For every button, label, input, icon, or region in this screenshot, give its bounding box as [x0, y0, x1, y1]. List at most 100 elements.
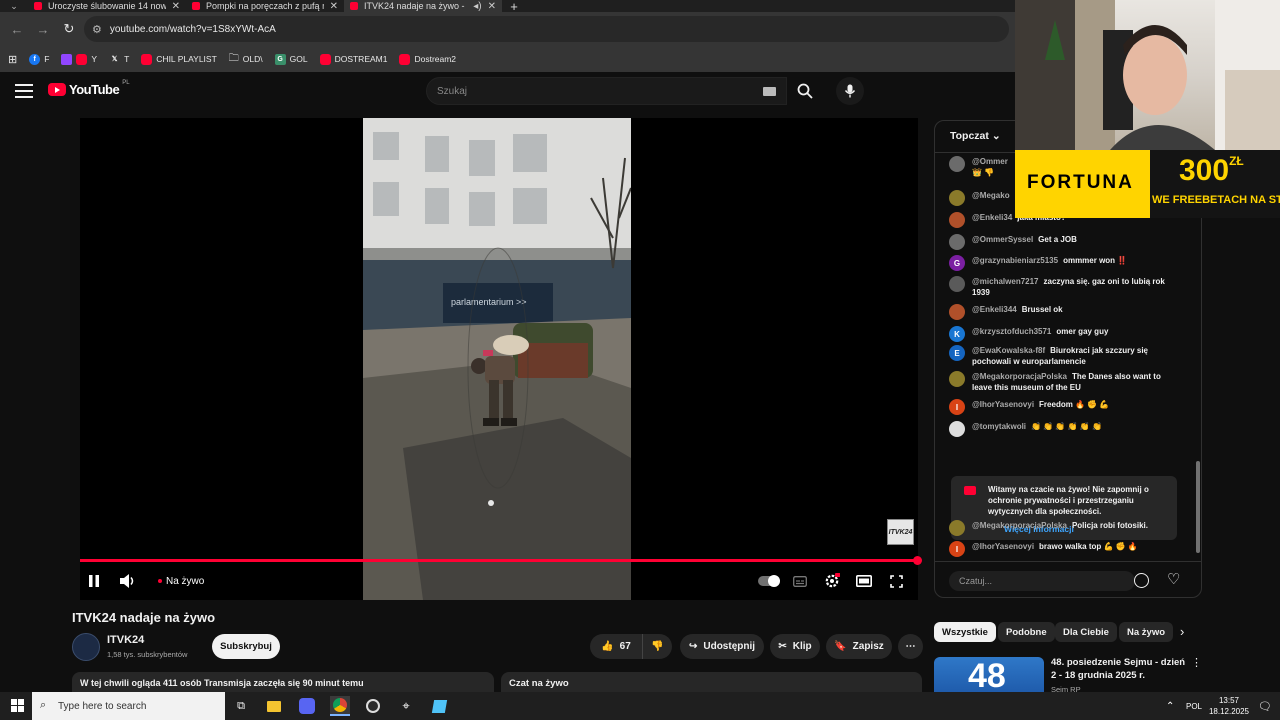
save-button[interactable]: 🔖 Zapisz	[826, 634, 892, 659]
discord-icon[interactable]	[297, 696, 317, 716]
chevron-right-icon[interactable]: ›	[1180, 624, 1184, 639]
language-indicator[interactable]: POL	[1186, 692, 1202, 720]
more-vertical-icon[interactable]: ⋮	[1191, 656, 1202, 669]
file-explorer-icon[interactable]	[264, 696, 284, 716]
obs-icon[interactable]	[363, 696, 383, 716]
close-tab-icon[interactable]: ✕	[330, 1, 338, 12]
chat-message[interactable]: @Enkeli344 Brussel ok	[949, 304, 1181, 320]
bookmark-t[interactable]: 𝕏T	[109, 54, 130, 65]
clip-button[interactable]: ✂ Klip	[770, 634, 820, 659]
autoplay-toggle[interactable]	[757, 570, 781, 592]
chat-input[interactable]: Czatuj...	[949, 571, 1135, 591]
task-view-icon[interactable]: ⧉	[231, 696, 251, 716]
youtube-logo[interactable]: YouTube PL	[48, 79, 130, 97]
subscribe-button[interactable]: Subskrybuj	[212, 634, 280, 659]
share-button[interactable]: ↪ Udostępnij	[680, 634, 764, 659]
volume-button[interactable]	[118, 570, 138, 592]
bookmark-dostream1[interactable]: DOSTREAM1	[319, 53, 387, 65]
chat-message[interactable]: @tomytakwoli 👏 👏 👏 👏 👏 👏	[949, 421, 1181, 437]
channel-name[interactable]: ITVK24	[107, 634, 144, 646]
browser-tab[interactable]: Uroczyste ślubowanie 14 nowy ✕	[28, 0, 186, 12]
chat-message[interactable]: E @EwaKowalska-f8f Biurokraci jak szczury …	[949, 345, 1181, 367]
chat-author: @Ommer	[972, 157, 1008, 166]
region-code: PL	[122, 79, 130, 86]
folder-icon: 🗀	[228, 52, 239, 64]
recommendation-thumbnail[interactable]: 48	[934, 657, 1044, 697]
location-pin-icon[interactable]: ⌖	[396, 696, 416, 716]
chevron-down-icon: ⌄	[991, 130, 1001, 142]
bookmark-gol[interactable]: G GOL	[274, 53, 308, 65]
apps-grid-icon[interactable]: ⊞	[8, 53, 17, 66]
bookmark-y[interactable]: Y	[61, 53, 97, 65]
taskbar-search-input[interactable]: ⌕ Type here to search	[32, 692, 225, 720]
live-dot-icon	[158, 579, 162, 583]
chip-live[interactable]: Na żywo	[1119, 622, 1174, 642]
chat-message[interactable]: @MegakorporacjaPolska Policja robi fotosi…	[949, 520, 1181, 536]
chip-similar[interactable]: Podobne	[998, 622, 1055, 642]
chip-for-you[interactable]: Dla Ciebie	[1055, 622, 1117, 642]
search-input[interactable]: Szukaj	[426, 77, 787, 105]
emoji-icon[interactable]	[1134, 573, 1149, 588]
menu-icon[interactable]	[15, 84, 33, 98]
bookmark-folder-old[interactable]: 🗀 OLD\	[229, 51, 263, 68]
chat-message[interactable]: K @krzysztofduch3571 omer gay guy	[949, 326, 1181, 342]
chat-message[interactable]: I @IhorYasenovyi Freedom 🔥 ✊ 💪	[949, 399, 1181, 415]
tab-search-button[interactable]: ⌄	[0, 0, 28, 12]
progress-bar[interactable]	[80, 556, 922, 565]
video-description-box[interactable]: W tej chwili ogląda 411 osób Transmisja …	[72, 672, 494, 692]
browser-tab-strip: ⌄ Uroczyste ślubowanie 14 nowy ✕ Pompki …	[0, 0, 1015, 14]
live-chat-replay-header[interactable]: Czat na żywo	[501, 672, 922, 692]
close-tab-icon[interactable]: ✕	[488, 1, 496, 12]
dislike-button[interactable]: 👎	[642, 634, 672, 659]
pause-button[interactable]	[84, 570, 104, 592]
search-button[interactable]	[787, 77, 823, 105]
live-video-frame[interactable]: parlamentarium >>	[363, 118, 631, 600]
bookmark-dostream2[interactable]: Dostream2	[399, 53, 456, 65]
voice-search-button[interactable]	[836, 77, 864, 105]
chat-message[interactable]: @MegakorporacjaPolska The Danes also want…	[949, 371, 1181, 393]
channel-avatar[interactable]	[72, 633, 100, 661]
live-indicator[interactable]: Na żywo	[158, 570, 204, 592]
theater-mode-button[interactable]	[853, 570, 875, 592]
fullscreen-button[interactable]	[885, 570, 907, 592]
chat-message[interactable]: I @IhorYasenovyi brawo walka top 💪 ✊ 🔥	[949, 541, 1181, 557]
keyboard-icon[interactable]	[763, 87, 776, 96]
back-arrow-icon[interactable]: ←	[6, 18, 28, 40]
notifications-icon[interactable]: 🗨	[1258, 692, 1272, 720]
browser-tab-active[interactable]: ITVK24 nadaje na żywo - Yo ◂) ✕	[344, 0, 502, 12]
new-tab-button[interactable]: +	[502, 0, 526, 14]
progress-knob[interactable]	[913, 556, 922, 565]
chat-message[interactable]: G @grazynabieniarz5135 ommmer won ‼️	[949, 255, 1181, 271]
chat-scrollbar[interactable]	[1196, 461, 1200, 553]
like-button[interactable]: 👍 67	[590, 634, 642, 659]
bookmark-f[interactable]: fF	[29, 53, 49, 65]
chat-message[interactable]: @michalwen7217 zaczyna się. gaz oni to lu…	[949, 276, 1181, 298]
sponsor-banner[interactable]: FORTUNA 300ZŁ WE FREEBETACH NA START	[1015, 150, 1280, 218]
browser-tab[interactable]: Pompki na poręczach z pufą na ✕	[186, 0, 344, 12]
more-actions-button[interactable]: ⋯	[898, 634, 923, 659]
recommendation-title[interactable]: 48. posiedzenie Sejmu - dzień 2 - 18 gru…	[1051, 656, 1187, 682]
reload-icon[interactable]: ↻	[58, 18, 80, 40]
site-info-icon[interactable]: ⚙	[92, 23, 102, 36]
chat-message[interactable]: @OmmerSyssel Get a JOB	[949, 234, 1181, 250]
clock[interactable]: 13:57 18.12.2025	[1208, 692, 1250, 720]
forward-arrow-icon[interactable]: →	[32, 18, 54, 40]
live-label: Na żywo	[166, 575, 205, 587]
app-icon[interactable]	[429, 696, 449, 716]
bookmark-chil-playlist[interactable]: CHIL PLAYLIST	[141, 53, 217, 65]
tray-overflow-icon[interactable]: ⌃	[1166, 692, 1174, 720]
clock-time: 13:57	[1218, 696, 1240, 705]
close-tab-icon[interactable]: ✕	[172, 1, 180, 12]
subtitles-button[interactable]	[789, 570, 811, 592]
chrome-icon[interactable]	[330, 696, 350, 716]
windows-start-icon[interactable]	[11, 699, 24, 712]
captions-icon	[793, 575, 807, 587]
heart-icon[interactable]: ♡	[1167, 570, 1180, 588]
chip-all[interactable]: Wszystkie	[934, 622, 996, 642]
chat-text: 👏 👏 👏 👏 👏 👏	[1031, 422, 1102, 431]
channel-watermark[interactable]: ITVK24	[887, 519, 914, 545]
audio-icon[interactable]: ◂)	[473, 1, 481, 12]
address-bar[interactable]: ⚙ youtube.com/watch?v=1S8xYWt-AcA	[84, 16, 1009, 42]
settings-button[interactable]	[821, 570, 843, 592]
video-player[interactable]: parlamentarium >> ITVK24 Na żywo	[80, 118, 922, 600]
